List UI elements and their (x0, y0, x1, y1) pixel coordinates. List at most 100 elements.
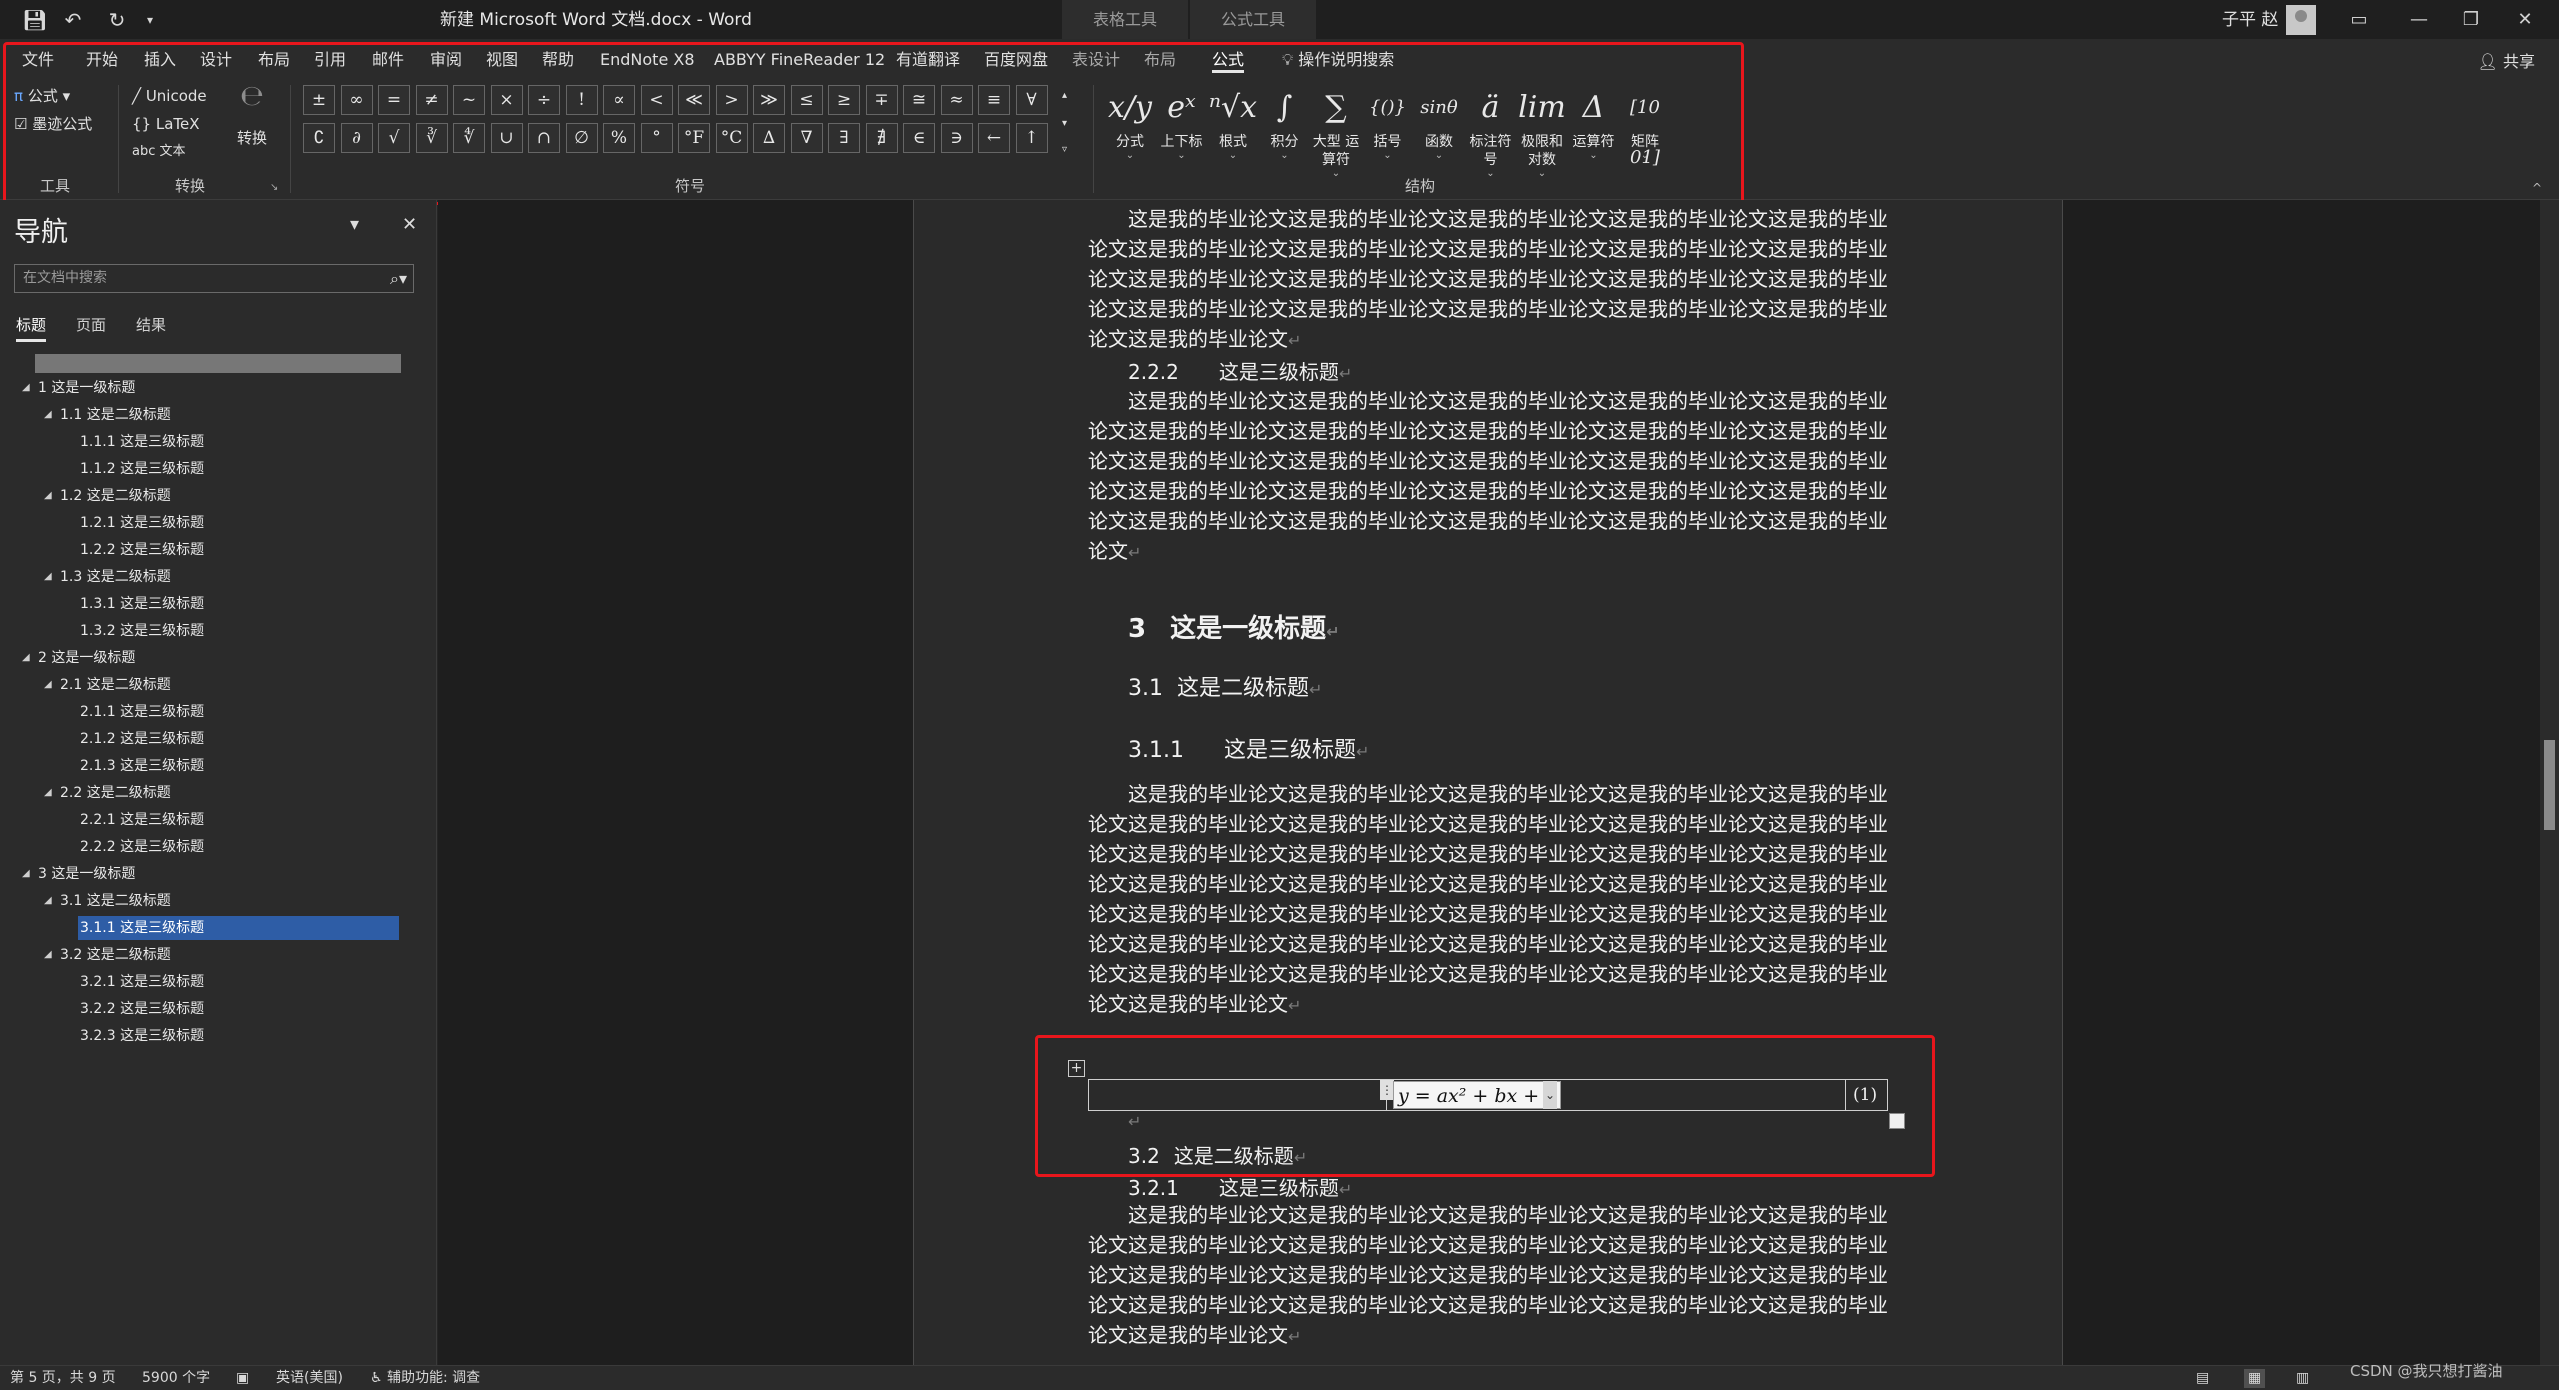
unicode-option[interactable]: ╱ Unicode (132, 85, 207, 107)
collapse-triangle-icon[interactable]: ◢ (22, 376, 30, 400)
nav-heading-item[interactable]: 1.3.1 这是三级标题 (78, 592, 204, 616)
tab-design[interactable]: 设计 (200, 47, 232, 73)
nav-heading-item[interactable]: 1.2.1 这是三级标题 (78, 511, 204, 535)
accessibility-status[interactable]: ♿︎ 辅助功能: 调查 (370, 1369, 480, 1388)
read-mode-icon[interactable]: ▤ (2196, 1369, 2209, 1388)
structure-button[interactable]: ∫ 积分 ⌄ (1259, 83, 1311, 161)
symbol-button[interactable]: < (640, 85, 673, 115)
heading-3-2[interactable]: 3.2 这是二级标题↵ (1128, 1140, 1307, 1169)
symbol-button[interactable]: ~ (453, 85, 485, 115)
collapse-triangle-icon[interactable]: ◢ (44, 484, 52, 508)
tab-references[interactable]: 引用 (314, 47, 346, 73)
close-icon[interactable]: ✕ (2502, 6, 2548, 34)
collapse-triangle-icon[interactable]: ◢ (44, 889, 52, 913)
tab-abbyy[interactable]: ABBYY FineReader 12 (714, 47, 885, 73)
tab-mailings[interactable]: 邮件 (372, 47, 404, 73)
symbol-button[interactable]: ! (565, 85, 598, 115)
language[interactable]: 英语(美国) (276, 1369, 343, 1388)
body-paragraph[interactable]: 这是我的毕业论文这是我的毕业论文这是我的毕业论文这是我的毕业论文这是我的毕业论文… (1088, 204, 1890, 356)
search-icon[interactable]: ⌕▾ (390, 265, 407, 292)
user-name[interactable]: 子平 赵 (2222, 6, 2278, 34)
symbol-button[interactable]: ∃ (828, 123, 860, 153)
page-count[interactable]: 第 5 页，共 9 页 (10, 1369, 116, 1388)
symbols-scroll-down-icon[interactable]: ▾ (1062, 113, 1067, 135)
symbol-button[interactable]: ∩ (528, 123, 560, 153)
heading-3-1[interactable]: 3.1 这是二级标题↵ (1128, 670, 1322, 702)
proofing-icon[interactable]: ▣ (236, 1369, 249, 1388)
symbol-button[interactable]: °C (715, 123, 748, 153)
convert-button[interactable]: 转换 (232, 127, 272, 149)
symbol-button[interactable]: °F (678, 123, 710, 153)
symbols-more-icon[interactable]: ▿ (1062, 139, 1067, 161)
nav-heading-item[interactable]: 1.1 这是二级标题 (58, 403, 171, 427)
collapse-triangle-icon[interactable]: ◢ (44, 565, 52, 589)
tab-view[interactable]: 视图 (486, 47, 518, 73)
scrollbar-thumb[interactable] (2544, 740, 2555, 830)
tab-home[interactable]: 开始 (86, 47, 118, 73)
symbol-button[interactable]: ∞ (340, 85, 373, 115)
nav-heading-item[interactable]: 3 这是一级标题 (36, 862, 135, 886)
ink-equation-button[interactable]: ☑︎ 墨迹公式 (14, 113, 92, 135)
vertical-scrollbar[interactable] (2540, 200, 2559, 1365)
symbol-button[interactable]: ° (640, 123, 673, 153)
qat-customize-icon[interactable]: ▾ (140, 6, 160, 34)
tab-equation[interactable]: 公式 (1212, 47, 1245, 73)
heading-3-2-1[interactable]: 3.2.1 这是三级标题↵ (1128, 1172, 1352, 1201)
nav-heading-item[interactable]: 1.3.2 这是三级标题 (78, 619, 204, 643)
symbol-button[interactable]: ≤ (790, 85, 823, 115)
nav-heading-item[interactable]: 2.2 这是二级标题 (58, 781, 171, 805)
ribbon-display-options-icon[interactable]: ▭ (2336, 6, 2382, 34)
structure-button[interactable]: eˣ 上下标 ⌄ (1156, 83, 1208, 161)
nav-heading-item[interactable]: 3.1 这是二级标题 (58, 889, 171, 913)
nav-heading-item[interactable]: 1 这是一级标题 (36, 376, 135, 400)
nav-tab-headings[interactable]: 标题 (16, 314, 47, 342)
heading-3-1-1[interactable]: 3.1.1 这是三级标题↵ (1128, 732, 1369, 764)
tell-me-box[interactable]: 💡︎ 操作说明搜索 (1282, 47, 1394, 73)
symbol-button[interactable]: ↑ (1015, 123, 1048, 153)
nav-heading-item[interactable]: 2.2.2 这是三级标题 (78, 835, 204, 859)
avatar[interactable] (2286, 5, 2316, 35)
nav-tab-pages[interactable]: 页面 (76, 314, 106, 335)
symbol-button[interactable]: ∈ (903, 123, 935, 153)
structure-button[interactable]: lim 极限和对数 ⌄ (1516, 83, 1568, 179)
nav-heading-item[interactable]: 2.2.1 这是三级标题 (78, 808, 204, 832)
nav-heading-item[interactable]: 2.1.2 这是三级标题 (78, 727, 204, 751)
nav-heading-item[interactable]: 1.3 这是二级标题 (58, 565, 171, 589)
equation-options-icon[interactable]: ⌄ (1543, 1081, 1557, 1109)
symbol-button[interactable]: ÷ (528, 85, 560, 115)
structure-button[interactable]: sinθ 函数 ⌄ (1413, 83, 1465, 161)
symbol-button[interactable]: ≡ (978, 85, 1010, 115)
symbol-button[interactable]: % (603, 123, 635, 153)
equation-button[interactable]: π 公式 ▾ (14, 85, 70, 107)
save-icon[interactable]: 💾︎ (22, 6, 48, 34)
nav-heading-item[interactable]: 3.2.2 这是三级标题 (78, 997, 204, 1021)
nav-heading-item[interactable]: 2.1.3 这是三级标题 (78, 754, 204, 778)
symbol-button[interactable]: > (715, 85, 748, 115)
heading-3[interactable]: 3 这是一级标题↵ (1128, 608, 1340, 645)
word-count[interactable]: 5900 个字 (142, 1369, 210, 1388)
symbol-button[interactable]: ≪ (678, 85, 710, 115)
nav-tab-results[interactable]: 结果 (136, 314, 166, 335)
symbol-button[interactable]: ∓ (865, 85, 898, 115)
symbol-button[interactable]: ∛ (415, 123, 448, 153)
nav-heading-item[interactable]: 1.2 这是二级标题 (58, 484, 171, 508)
tab-table-design[interactable]: 表设计 (1072, 47, 1120, 73)
structure-button[interactable]: ä 标注符号 ⌄ (1465, 83, 1517, 179)
symbol-button[interactable]: ≈ (940, 85, 973, 115)
web-layout-icon[interactable]: ▥ (2296, 1369, 2309, 1388)
symbol-button[interactable]: × (490, 85, 523, 115)
redo-icon[interactable]: ↻ (104, 6, 130, 34)
symbol-button[interactable]: ← (978, 123, 1010, 153)
table-resize-handle[interactable] (1889, 1113, 1905, 1129)
tab-review[interactable]: 审阅 (430, 47, 462, 73)
symbol-button[interactable]: ∂ (340, 123, 373, 153)
symbol-button[interactable]: ∀ (1015, 85, 1048, 115)
symbol-button[interactable]: ∋ (940, 123, 973, 153)
nav-heading-item[interactable]: 1.1.1 这是三级标题 (78, 430, 204, 454)
symbol-button[interactable]: ∆ (753, 123, 785, 153)
dialog-launcher-icon[interactable]: ↘ (270, 177, 278, 199)
structure-button[interactable]: {()} 括号 ⌄ (1362, 83, 1414, 161)
minimize-icon[interactable]: — (2396, 6, 2442, 34)
symbol-button[interactable]: ∁ (303, 123, 335, 153)
symbol-button[interactable]: ∄ (865, 123, 898, 153)
